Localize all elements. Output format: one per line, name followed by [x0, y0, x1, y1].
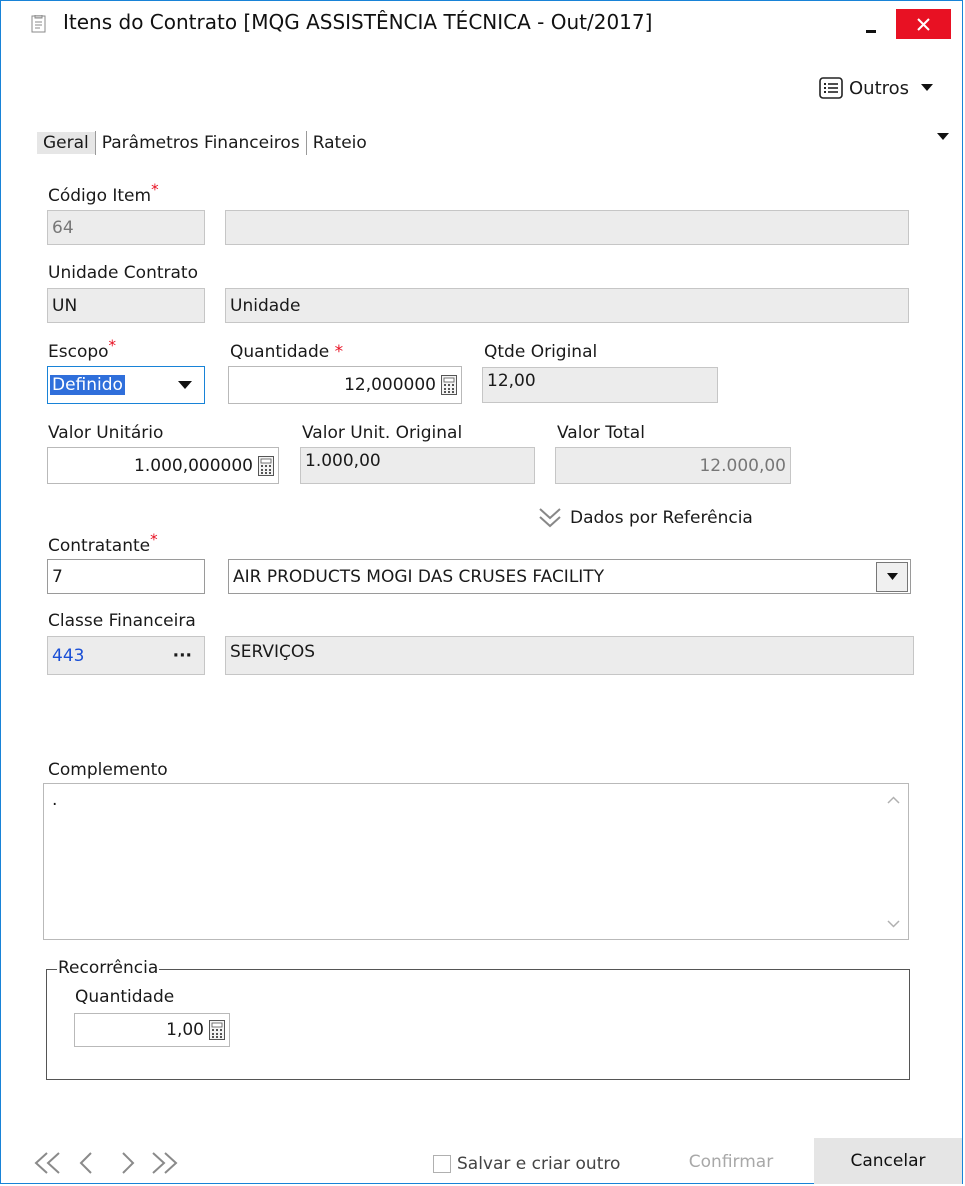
classe-financeira-description-field: SERVIÇOS	[225, 636, 914, 675]
next-record-icon[interactable]	[111, 1150, 145, 1176]
codigo-item-label: Código Item*	[48, 182, 159, 206]
close-button[interactable]	[896, 9, 951, 39]
classe-financeira-description-value: SERVIÇOS	[230, 642, 316, 662]
required-mark: *	[334, 342, 344, 362]
classe-financeira-code-field[interactable]: 443 ···	[47, 636, 205, 675]
valor-unitario-input[interactable]: 1.000,000000	[47, 447, 279, 484]
last-record-icon[interactable]	[147, 1150, 181, 1176]
complemento-value: .	[52, 790, 58, 810]
valor-unitario-label: Valor Unitário	[48, 423, 164, 443]
calculator-icon[interactable]	[258, 455, 274, 476]
recorrencia-quantidade-value: 1,00	[166, 1020, 204, 1040]
valor-unit-original-label: Valor Unit. Original	[302, 423, 463, 443]
confirmar-button[interactable]: Confirmar	[666, 1139, 796, 1185]
tab-parametros-label: Parâmetros Financeiros	[101, 133, 300, 153]
required-mark: *	[151, 180, 159, 199]
escopo-select[interactable]: Definido	[47, 366, 205, 404]
list-icon	[819, 77, 843, 99]
minimize-icon	[866, 30, 876, 33]
escopo-selected-value: Definido	[50, 375, 125, 395]
salvar-criar-outro-checkbox[interactable]: Salvar e criar outro	[433, 1151, 620, 1177]
app-icon	[31, 15, 46, 33]
contratante-dropdown-button[interactable]	[876, 561, 908, 592]
qtde-original-label: Qtde Original	[484, 342, 598, 362]
qtde-original-field: 12,00	[482, 367, 718, 403]
outros-menu-button[interactable]: Outros	[819, 73, 959, 103]
scroll-up-icon[interactable]	[887, 796, 900, 804]
codigo-item-label-text: Código Item	[48, 186, 152, 206]
dados-referencia-label: Dados por Referência	[570, 508, 753, 528]
contratante-code-input[interactable]: 7	[47, 559, 205, 594]
valor-total-value: 12.000,00	[699, 455, 786, 476]
cancelar-label: Cancelar	[850, 1151, 926, 1171]
double-chevron-down-icon	[539, 508, 561, 528]
quantidade-label: Quantidade *	[230, 342, 343, 362]
outros-label: Outros	[849, 77, 910, 99]
record-navigation	[31, 1143, 181, 1183]
complemento-label: Complemento	[48, 760, 168, 780]
minimize-button[interactable]	[853, 9, 893, 37]
complemento-textarea[interactable]: .	[43, 783, 909, 940]
calculator-icon[interactable]	[209, 1020, 225, 1040]
recorrencia-group: Recorrência Quantidade 1,00	[46, 958, 910, 1080]
previous-record-icon[interactable]	[71, 1150, 105, 1176]
classe-financeira-code-value[interactable]: 443	[52, 646, 84, 666]
checkbox-box[interactable]	[433, 1155, 451, 1173]
first-record-icon[interactable]	[31, 1150, 65, 1176]
required-mark: *	[150, 530, 158, 549]
dropdown-caret-icon	[178, 380, 192, 389]
window-title: Itens do Contrato [MQG ASSISTÊNCIA TÉCNI…	[63, 10, 653, 34]
valor-unit-original-value: 1.000,00	[305, 451, 381, 471]
contratante-name-select[interactable]: AIR PRODUCTS MOGI DAS CRUSES FACILITY	[228, 559, 911, 594]
title-bar: Itens do Contrato [MQG ASSISTÊNCIA TÉCNI…	[1, 1, 962, 45]
tab-bar: Geral Parâmetros Financeiros Rateio	[37, 129, 373, 157]
codigo-item-field[interactable]: 64	[47, 210, 205, 245]
recorrencia-quantidade-label: Quantidade	[75, 987, 175, 1007]
cancelar-button[interactable]: Cancelar	[814, 1138, 962, 1184]
qtde-original-value: 12,00	[487, 371, 536, 391]
tab-parametros-financeiros[interactable]: Parâmetros Financeiros	[96, 132, 306, 154]
unidade-contrato-code-field: UN	[47, 288, 205, 323]
tab-rateio-label: Rateio	[312, 133, 367, 153]
escopo-label: Escopo*	[48, 338, 116, 362]
scroll-down-icon[interactable]	[887, 920, 900, 928]
quantidade-label-text: Quantidade	[230, 342, 330, 362]
tab-rateio[interactable]: Rateio	[307, 132, 373, 154]
tab-geral[interactable]: Geral	[37, 132, 95, 154]
lookup-ellipsis-button[interactable]: ···	[173, 646, 192, 666]
recorrencia-quantidade-input[interactable]: 1,00	[74, 1013, 230, 1047]
confirmar-label: Confirmar	[688, 1152, 774, 1172]
tab-geral-label: Geral	[43, 133, 89, 153]
unidade-contrato-description-field: Unidade	[225, 288, 909, 323]
valor-unit-original-field: 1.000,00	[300, 447, 535, 484]
classe-financeira-label: Classe Financeira	[48, 611, 196, 631]
unidade-contrato-description-value: Unidade	[230, 295, 301, 316]
quantidade-input[interactable]: 12,000000	[228, 366, 462, 404]
recorrencia-legend: Recorrência	[57, 958, 160, 978]
caret-down-icon	[921, 84, 934, 91]
dropdown-caret-icon	[886, 573, 898, 580]
unidade-contrato-code-value: UN	[52, 295, 78, 316]
close-icon	[917, 18, 930, 31]
tabs-overflow-caret-icon[interactable]	[937, 133, 949, 141]
contratante-code-value: 7	[52, 566, 63, 587]
quantidade-value: 12,000000	[344, 375, 436, 395]
escopo-label-text: Escopo	[48, 342, 109, 362]
salvar-criar-outro-label: Salvar e criar outro	[457, 1154, 621, 1174]
valor-total-field: 12.000,00	[555, 447, 791, 484]
valor-total-label: Valor Total	[557, 423, 645, 443]
contratante-label-text: Contratante	[48, 536, 151, 556]
calculator-icon[interactable]	[441, 375, 457, 395]
contratante-label: Contratante*	[48, 532, 158, 556]
dados-referencia-toggle[interactable]: Dados por Referência	[537, 503, 753, 533]
complemento-scrollbar[interactable]	[878, 784, 908, 939]
required-mark: *	[108, 336, 117, 355]
dialog-window: Itens do Contrato [MQG ASSISTÊNCIA TÉCNI…	[0, 0, 963, 1184]
valor-unitario-value: 1.000,000000	[134, 455, 253, 476]
unidade-contrato-label: Unidade Contrato	[48, 263, 198, 283]
codigo-item-description-field	[225, 210, 909, 245]
codigo-item-value: 64	[52, 217, 74, 238]
contratante-name-value: AIR PRODUCTS MOGI DAS CRUSES FACILITY	[233, 566, 605, 587]
